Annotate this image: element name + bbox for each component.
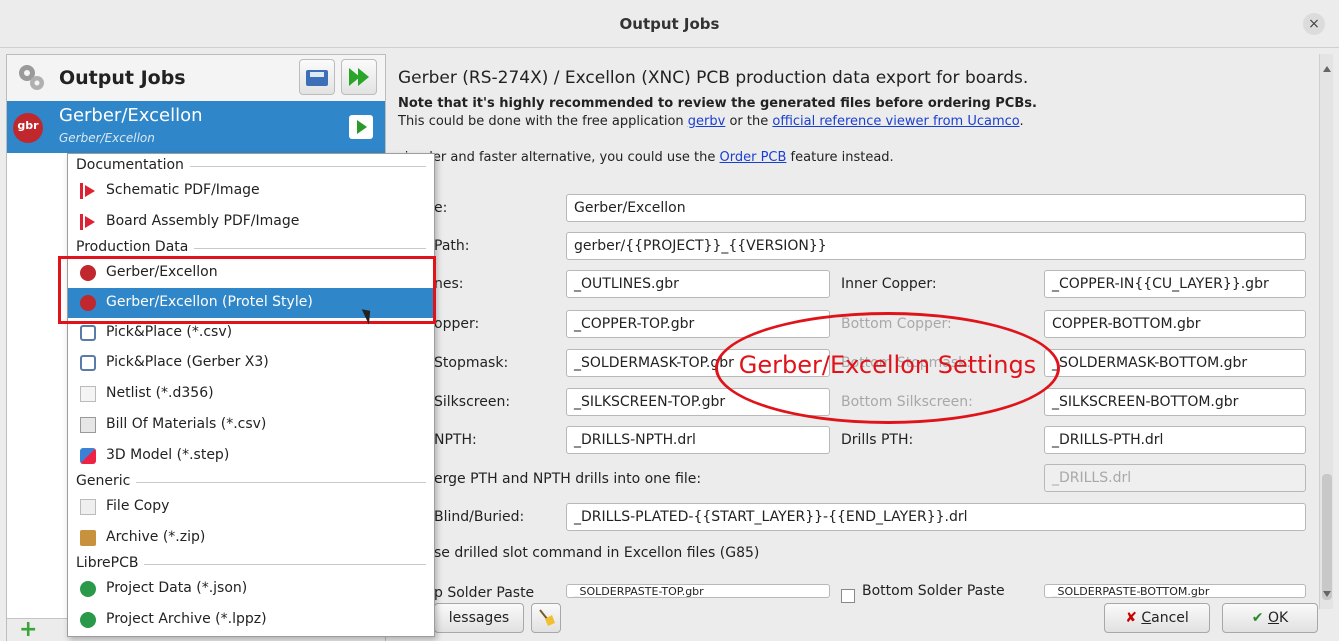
drills-npth-label: NPTH: [434,432,477,448]
menu-item-project-data[interactable]: Project Data (*.json) [68,574,434,604]
save-icon [306,70,328,86]
job-name: Gerber/Excellon [59,105,203,126]
top-paste-field[interactable]: _SOLDERPASTE-TOP.gbr [566,584,830,598]
title-bar: Output Jobs × [0,0,1339,48]
file-copy-icon [80,499,96,515]
librepcb-icon [80,612,96,628]
menu-item-pnp-x3[interactable]: Pick&Place (Gerber X3) [68,348,434,378]
menu-item-project-archive[interactable]: Project Archive (*.lppz) [68,605,434,635]
add-job-button[interactable]: + [19,617,37,641]
drills-pth-label: Drills PTH: [841,432,914,448]
name-field[interactable]: Gerber/Excellon [566,194,1306,222]
scroll-up-icon[interactable] [1323,66,1331,72]
add-job-menu: Documentation Schematic PDF/Image Board … [67,153,435,637]
output-jobs-heading: Output Jobs [59,67,186,89]
review-note: Note that it's highly recommended to rev… [398,96,1037,111]
librepcb-icon [80,581,96,597]
section-documentation: Documentation [68,156,434,176]
menu-item-file-copy[interactable]: File Copy [68,492,434,522]
job-item-gerber[interactable]: gbr Gerber/Excellon Gerber/Excellon [7,101,385,153]
drills-npth-field[interactable]: _DRILLS-NPTH.drl [566,426,830,454]
pdf-icon [80,183,96,199]
fast-forward-icon [349,68,369,86]
viewer-note: This could be done with the free applica… [398,114,1024,129]
top-stopmask-label: Stopmask: [434,355,509,371]
job-description-title: Gerber (RS-274X) / Excellon (XNC) PCB pr… [398,68,1029,88]
menu-item-netlist[interactable]: Netlist (*.d356) [68,379,434,409]
menu-item-bom[interactable]: Bill Of Materials (*.csv) [68,410,434,440]
cancel-icon: ✘ [1125,610,1137,626]
settings-scrollbar[interactable] [1319,54,1333,609]
menu-item-schematic[interactable]: Schematic PDF/Image [68,176,434,206]
ok-button[interactable]: ✔ OK [1222,603,1318,633]
annotation-text: Gerber/Excellon Settings [738,351,1037,379]
save-button[interactable] [299,59,335,95]
close-icon[interactable]: × [1303,13,1325,35]
blind-buried-field[interactable]: _DRILLS-PLATED-{{START_LAYER}}-{{END_LAY… [566,503,1306,531]
ok-icon: ✔ [1251,610,1264,626]
cancel-button[interactable]: ✘ Cancel [1104,603,1210,633]
section-production: Production Data [68,238,434,258]
window-title: Output Jobs [619,15,720,33]
bottom-paste-checkbox[interactable] [841,589,855,603]
section-librepcb: LibrePCB [68,554,434,574]
output-jobs-header: Output Jobs [7,55,385,101]
run-job-button[interactable] [349,115,373,139]
bottom-paste-field[interactable]: _SOLDERPASTE-BOTTOM.gbr [1044,584,1306,598]
blind-buried-label: Blind/Buried: [434,509,525,525]
g85-checkbox-label[interactable]: se drilled slot command in Excellon file… [434,545,759,561]
menu-item-3d-model[interactable]: 3D Model (*.step) [68,441,434,471]
gears-icon [19,65,44,90]
top-silkscreen-label: Silkscreen: [434,394,511,410]
gbr-icon: gbr [13,113,43,143]
path-label: Path: [434,238,470,254]
merged-drills-field[interactable]: _DRILLS.drl [1044,464,1306,492]
ucamco-link[interactable]: official reference viewer from Ucamco [772,114,1019,129]
messages-button[interactable]: lessages [434,603,524,633]
inner-copper-field[interactable]: _COPPER-IN{{CU_LAYER}}.gbr [1044,270,1306,298]
run-all-button[interactable] [341,59,377,95]
path-field[interactable]: gerber/{{PROJECT}}_{{VERSION}} [566,232,1306,260]
outlines-label: nes: [434,276,464,292]
pick-place-icon [80,355,96,371]
drills-pth-field[interactable]: _DRILLS-PTH.drl [1044,426,1306,454]
order-pcb-link[interactable]: Order PCB [720,150,787,165]
bottom-silkscreen-field[interactable]: _SILKSCREEN-BOTTOM.gbr [1044,388,1306,416]
highlight-box [58,256,436,324]
outlines-field[interactable]: _OUTLINES.gbr [566,270,830,298]
order-note: simpler and faster alternative, you coul… [398,150,894,165]
gerbv-link[interactable]: gerbv [688,114,726,129]
pdf-icon [80,214,96,230]
top-paste-label[interactable]: p Solder Paste [434,585,534,601]
bottom-paste-label: Bottom Solder Paste [862,583,1005,599]
clean-button[interactable] [531,603,561,633]
broom-icon [539,609,555,626]
3d-model-icon [80,448,96,464]
section-generic: Generic [68,472,434,492]
netlist-icon [80,386,96,402]
job-type: Gerber/Excellon [59,131,155,145]
bom-icon [80,417,96,433]
top-copper-label: opper: [434,316,480,332]
pick-place-icon [80,325,96,341]
bottom-stopmask-field[interactable]: _SOLDERMASK-BOTTOM.gbr [1044,349,1306,377]
bottom-copper-field[interactable]: COPPER-BOTTOM.gbr [1044,310,1306,338]
name-label: e: [434,200,448,216]
scroll-down-icon[interactable] [1323,591,1331,597]
scrollbar-thumb[interactable] [1322,474,1332,600]
archive-icon [80,530,96,546]
menu-item-board-assembly[interactable]: Board Assembly PDF/Image [68,207,434,237]
menu-item-archive[interactable]: Archive (*.zip) [68,523,434,553]
merge-drills-label: erge PTH and NPTH drills into one file: [434,471,702,487]
inner-copper-label: Inner Copper: [841,276,937,292]
